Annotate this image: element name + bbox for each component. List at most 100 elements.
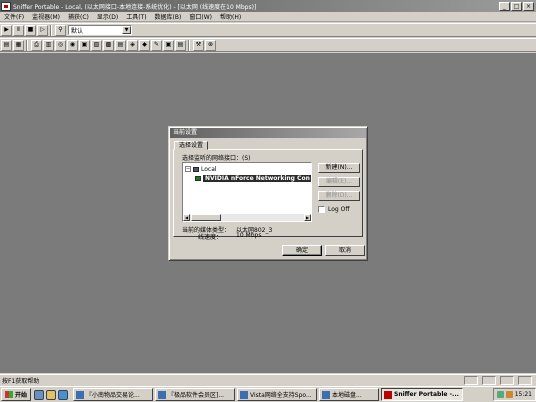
taskbar-item-label: Sniffer Portable -... [394, 391, 459, 398]
start-button[interactable]: 开始 [1, 388, 32, 401]
system-tray: 15:21 [492, 388, 536, 401]
application-response-icon[interactable]: ◎ [55, 39, 66, 51]
matrix-icon[interactable]: ▥ [43, 39, 54, 51]
pause-capture-icon[interactable]: Ⅱ [13, 24, 24, 36]
edit-filter-icon[interactable]: ✎ [151, 39, 162, 51]
menu-database[interactable]: 数据库(B) [155, 12, 182, 21]
expert-icon[interactable]: ▤ [115, 39, 126, 51]
start-capture-icon[interactable]: ▶ [1, 24, 12, 36]
dashboard-icon[interactable]: ▤ [1, 39, 12, 51]
stop-capture-icon[interactable]: ■ [25, 24, 36, 36]
window-titlebar[interactable]: Sniffer Portable - Local, (以太网接口-本地连接-系统… [0, 0, 536, 12]
menu-display[interactable]: 显示(D) [97, 12, 118, 21]
taskbar-item-active[interactable]: Sniffer Portable -... [381, 388, 464, 401]
history-samples-icon[interactable]: ◉ [67, 39, 78, 51]
menu-file[interactable]: 文件(F) [4, 12, 24, 21]
taskbar-item[interactable]: Vista网络全支持Spo... [237, 388, 318, 401]
menu-tools[interactable]: 工具(T) [126, 12, 146, 21]
protocol-distribution-icon[interactable]: ▣ [79, 39, 90, 51]
taskbar-item-label: 本地磁盘... [332, 392, 362, 399]
scroll-left-icon[interactable]: ◀ [183, 214, 190, 221]
logoff-checkbox-row[interactable]: Log Off [318, 206, 349, 213]
browser-icon [240, 390, 249, 399]
address-book-icon[interactable]: ◈ [127, 39, 138, 51]
monitor-toolbar: ▤ ▦ ⎙ ▥ ◎ ◉ ▣ ▧ ▩ ▤ ◈ ◆ ✎ ▣ ▤ ⚒ ⊗ [0, 38, 536, 52]
browser-icon [158, 390, 167, 399]
taskbar-item[interactable]: 本地磁盘... [319, 388, 380, 401]
start-label: 开始 [15, 392, 28, 399]
scroll-thumb[interactable] [191, 214, 221, 221]
tab-select-settings[interactable]: 选择设置 [174, 141, 209, 150]
toolbar-separator [50, 24, 52, 36]
volume-tray-icon[interactable] [505, 391, 513, 398]
computer-icon [193, 166, 199, 172]
scroll-right-icon[interactable]: ▶ [304, 214, 311, 221]
global-statistics-icon[interactable]: ▧ [91, 39, 102, 51]
horizontal-scrollbar[interactable]: ◀ ▶ [183, 214, 311, 221]
taskbar-item-label: 『小南物品交易论... [86, 392, 140, 399]
menu-window[interactable]: 窗口(W) [189, 12, 212, 21]
edit-button[interactable]: 编辑(E)... [318, 177, 360, 187]
ie-icon[interactable] [34, 389, 45, 400]
tree-node-local-label: Local [201, 165, 217, 173]
dialog-title[interactable]: 当前设置 [170, 128, 366, 138]
ok-button[interactable]: 确定 [282, 245, 322, 256]
tools-icon[interactable]: ⚒ [193, 39, 204, 51]
switch-icon[interactable]: ▣ [163, 39, 174, 51]
folder-icon [322, 390, 331, 399]
collapse-icon[interactable]: − [185, 166, 191, 172]
folder-icon[interactable] [46, 389, 57, 400]
tree-node-adapter[interactable]: NVIDIA nForce Networking Con [195, 174, 311, 182]
media-icon[interactable] [58, 389, 69, 400]
adapter-list-label: 选择监听的网络接口：(S) [182, 155, 251, 162]
menu-monitor[interactable]: 监视器(M) [32, 12, 60, 21]
window-title: Sniffer Portable - Local, (以太网接口-本地连接-系统… [13, 3, 257, 11]
network-adapter-icon [195, 175, 201, 181]
status-cell-3 [500, 376, 514, 385]
disconnect-icon[interactable]: ⊗ [205, 39, 216, 51]
taskbar-item[interactable]: 『小南物品交易论... [73, 388, 154, 401]
options-icon[interactable]: ▤ [175, 39, 186, 51]
close-button[interactable]: × [523, 1, 534, 11]
cancel-button[interactable]: 取消 [325, 245, 365, 256]
network-tray-icon[interactable] [496, 391, 504, 398]
profile-select[interactable]: 默认 ▼ [68, 25, 132, 35]
line-speed-value: 10 Mbps [236, 232, 262, 239]
new-button[interactable]: 新建(N)... [318, 163, 360, 173]
status-cell-2 [482, 376, 496, 385]
packet-generator-icon[interactable]: ◆ [139, 39, 150, 51]
alarm-log-icon[interactable]: ▩ [103, 39, 114, 51]
minimize-button[interactable]: _ [499, 1, 510, 11]
capture-toolbar: ▶ Ⅱ ■ ▷ ⚲ 默认 ▼ [0, 23, 536, 37]
taskbar: 开始 『小南物品交易论... 『极品软件会员区]... Vista网络全支持Sp… [0, 386, 536, 402]
delete-button[interactable]: 删除(D)... [318, 191, 360, 201]
logoff-label: Log Off [328, 206, 350, 213]
logoff-checkbox[interactable] [318, 206, 325, 213]
menu-bar: 文件(F) 监视器(M) 捕获(C) 显示(D) 工具(T) 数据库(B) 窗口… [0, 12, 536, 22]
window-controls: _ □ × [499, 1, 534, 11]
adapter-tree[interactable]: − Local NVIDIA nForce Networking Con ◀ ▶ [182, 162, 312, 222]
maximize-button[interactable]: □ [511, 1, 522, 11]
stop-display-icon[interactable]: ▷ [37, 24, 48, 36]
status-cell-1 [464, 376, 478, 385]
host-table-icon[interactable]: ▦ [13, 39, 24, 51]
profile-select-value: 默认 [71, 27, 84, 35]
sniffer-app-icon[interactable] [1, 1, 11, 11]
tree-node-adapter-label: NVIDIA nForce Networking Con [203, 174, 311, 182]
taskbar-item[interactable]: 『极品软件会员区]... [155, 388, 236, 401]
status-cell-4 [518, 376, 532, 385]
taskbar-item-label: 『极品软件会员区]... [168, 392, 225, 399]
menu-help[interactable]: 帮助(H) [220, 12, 241, 21]
print-icon[interactable]: ⎙ [31, 39, 42, 51]
chevron-down-icon[interactable]: ▼ [122, 26, 131, 34]
quick-launch [33, 389, 69, 400]
sniffer-app-icon [384, 390, 393, 399]
menu-capture[interactable]: 捕获(C) [68, 12, 89, 21]
browser-icon [76, 390, 85, 399]
windows-logo-icon [5, 391, 13, 398]
define-filter-icon[interactable]: ⚲ [55, 24, 66, 36]
clock: 15:21 [514, 391, 532, 398]
tree-node-local[interactable]: − Local [185, 165, 217, 173]
status-bar: 按F1获取帮助 [0, 374, 536, 386]
line-speed-label: 线速度： [198, 234, 223, 241]
